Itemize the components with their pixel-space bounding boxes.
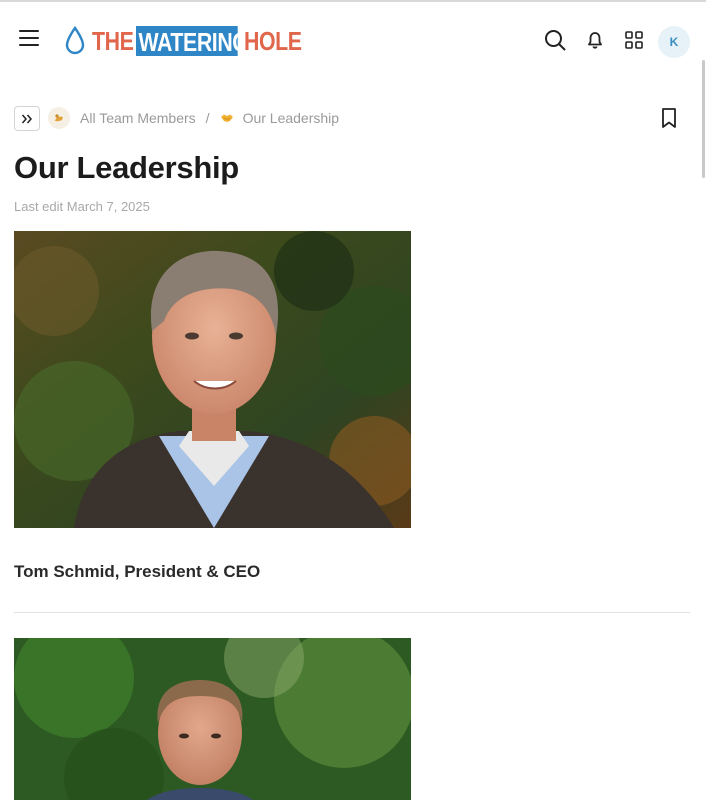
page-title: Our Leadership	[14, 150, 239, 185]
bell-icon[interactable]	[581, 26, 609, 54]
leader-caption: Tom Schmid, President & CEO	[14, 562, 261, 581]
app-header: THE WATERING HOLE K	[0, 2, 706, 78]
apps-grid-icon[interactable]	[620, 26, 648, 54]
last-edit-date: Last edit March 7, 2025	[14, 199, 150, 214]
user-avatar[interactable]: K	[658, 26, 690, 58]
leader-photo-2	[14, 638, 411, 800]
expand-sidebar-button[interactable]	[14, 106, 40, 131]
breadcrumb-separator: /	[205, 110, 210, 126]
section-divider	[14, 612, 690, 613]
breadcrumb: All Team Members / Our Leadership	[48, 106, 339, 130]
team-badge-icon	[48, 107, 70, 129]
breadcrumb-our-leadership[interactable]: Our Leadership	[243, 110, 340, 126]
search-icon[interactable]	[541, 26, 569, 54]
logo-word-the: THE	[92, 25, 134, 56]
logo-word-watering: WATERING	[136, 26, 249, 57]
site-logo[interactable]: THE WATERING HOLE	[64, 24, 314, 58]
menu-icon[interactable]	[18, 30, 42, 50]
scrollbar-thumb[interactable]	[702, 60, 705, 178]
double-chevron-right-icon	[21, 114, 32, 123]
bookmark-icon[interactable]	[658, 106, 680, 130]
leader-photo	[14, 231, 411, 528]
water-drop-icon	[65, 26, 85, 55]
handshake-icon	[220, 111, 234, 125]
logo-word-hole: HOLE	[244, 25, 302, 56]
breadcrumb-all-team-members[interactable]: All Team Members	[80, 110, 196, 126]
